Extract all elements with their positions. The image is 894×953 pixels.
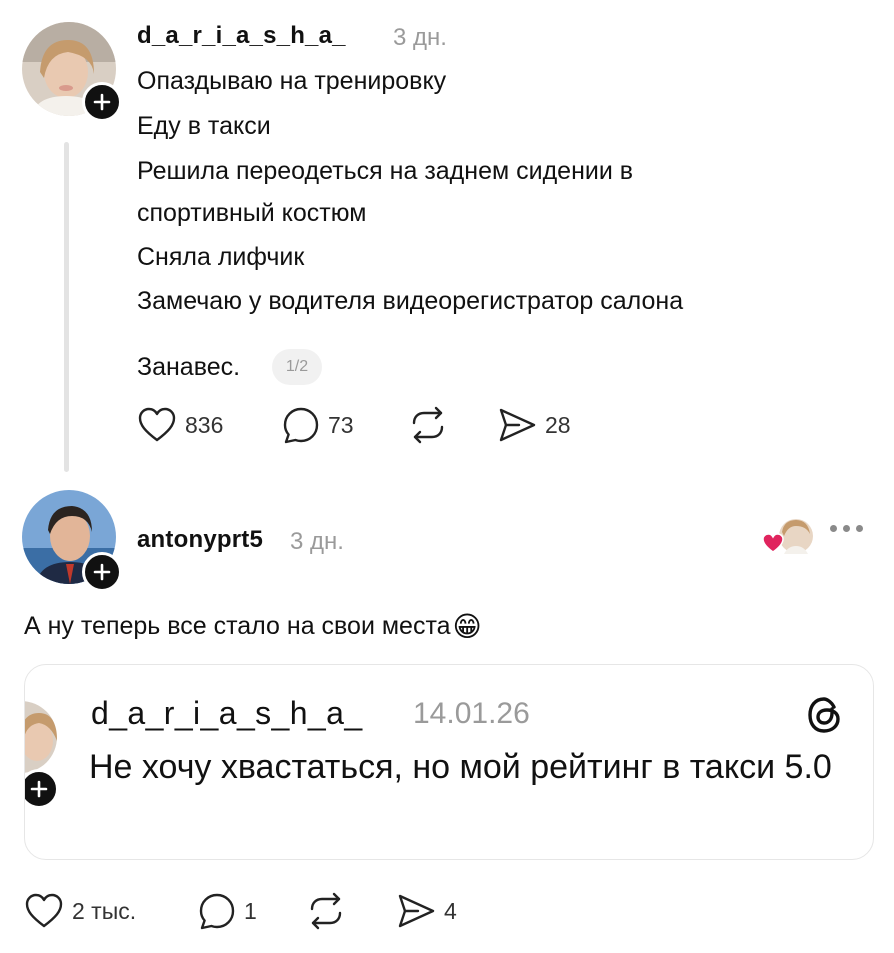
repost-icon (310, 892, 342, 930)
send-icon (499, 408, 536, 442)
like-count: 836 (185, 411, 224, 438)
post-line-3: Решила переодеться на заднем сидении в (137, 157, 634, 185)
avatar-image (25, 701, 57, 773)
send-icon (398, 894, 435, 928)
post-last-line: Занавес. (137, 353, 241, 381)
post-line-5: Сняла лифчик (137, 243, 305, 271)
repost-icon (412, 406, 444, 444)
reply-comment-button[interactable]: 1 (198, 892, 257, 930)
quoted-username[interactable]: d_a_r_i_a_s_h_a_ (91, 695, 363, 732)
thread-line (64, 142, 69, 472)
heart-icon (25, 893, 63, 928)
reply-repost-button[interactable] (306, 892, 346, 930)
post-username[interactable]: d_a_r_i_a_s_h_a_ (137, 22, 346, 50)
threads-logo-icon (805, 695, 845, 735)
comment-icon (283, 407, 319, 444)
grin-emoji-icon: 😁 (452, 611, 482, 642)
reply-comment-count: 1 (244, 897, 257, 924)
follow-plus-icon[interactable] (82, 82, 122, 122)
reply-text-content: А ну теперь все стало на свои места (24, 612, 451, 640)
quoted-avatar (25, 701, 57, 773)
comment-count: 73 (328, 411, 354, 438)
reply-time: 3 дн. (290, 528, 344, 555)
reply-share-button[interactable]: 4 (396, 892, 457, 930)
post-line-1: Опаздываю на тренировку (137, 67, 447, 95)
quoted-text: Не хочу хвастаться, но мой рейтинг в так… (89, 748, 832, 786)
quoted-post-card[interactable]: d_a_r_i_a_s_h_a_ 14.01.26 Не хочу хваста… (24, 664, 874, 860)
post-line-2: Еду в такси (137, 112, 271, 140)
reply-like-count: 2 тыс. (72, 897, 137, 924)
share-button[interactable]: 28 (497, 406, 571, 444)
comment-button[interactable]: 73 (282, 406, 354, 444)
reply-share-count: 4 (444, 897, 457, 924)
reply-text: А ну теперь все стало на свои места 😁 (24, 610, 482, 643)
post-line-6: Замечаю у водителя видеорегистратор сало… (137, 287, 684, 315)
like-button[interactable]: 836 (137, 406, 223, 444)
page-indicator: 1/2 (272, 349, 322, 385)
liked-by-author-icon (762, 519, 813, 554)
follow-plus-icon[interactable] (82, 552, 122, 592)
more-options-icon[interactable] (830, 525, 863, 532)
reply-username[interactable]: antonyprt5 (137, 526, 263, 554)
comment-icon (199, 893, 235, 930)
repost-button[interactable] (408, 406, 448, 444)
share-count: 28 (545, 411, 571, 438)
follow-plus-icon[interactable] (25, 769, 59, 809)
quoted-time: 14.01.26 (413, 697, 530, 730)
post-line-4: спортивный костюм (137, 199, 367, 227)
liked-by-author-badge (762, 518, 814, 558)
post-time: 3 дн. (393, 24, 447, 51)
heart-icon (138, 407, 176, 442)
reply-like-button[interactable]: 2 тыс. (24, 892, 136, 930)
